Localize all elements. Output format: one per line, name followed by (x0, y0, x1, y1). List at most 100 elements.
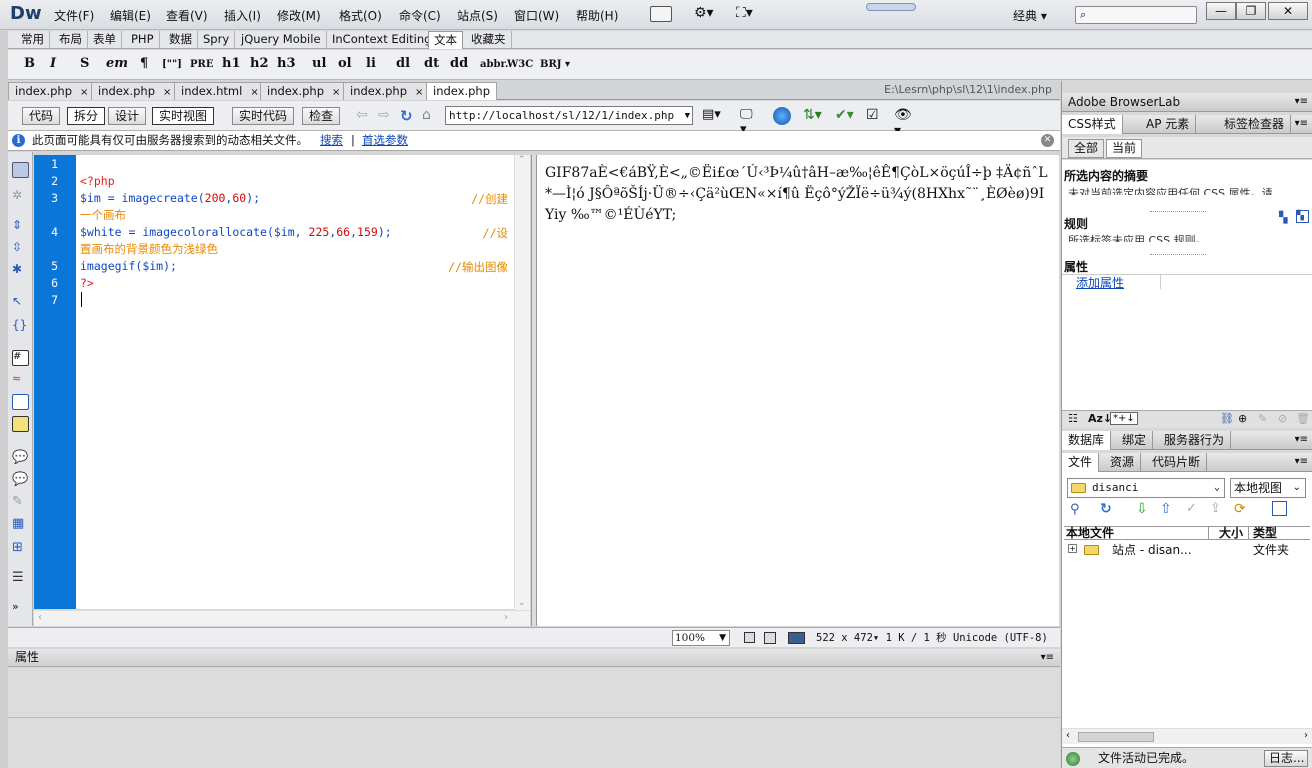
insert-tab[interactable]: 数据 (164, 31, 198, 49)
expand-icon[interactable]: + (1068, 544, 1077, 553)
help-search-input[interactable]: ⌕ (1075, 6, 1197, 24)
view-select[interactable]: 本地视图 ⌄ (1230, 478, 1306, 498)
menu-item[interactable]: 编辑(E) (110, 7, 151, 24)
indent-code-icon[interactable]: ☰ (12, 570, 29, 586)
format-button[interactable]: I (50, 56, 56, 74)
recent-snippets-icon[interactable]: ▦ (12, 516, 29, 532)
menu-item[interactable]: 命令(C) (399, 7, 441, 24)
format-button[interactable]: em (106, 56, 128, 74)
live-view-address-input[interactable]: http://localhost/sl/12/1/index.php ▼ (445, 106, 693, 125)
close-tab-icon[interactable]: × (415, 87, 423, 98)
code-editor[interactable]: <?php $im = imagecreate(200,60);//创建 一个画布 $… (76, 155, 514, 609)
check-in-icon[interactable]: ⇪ (1210, 501, 1221, 516)
site-structure-icon[interactable]: ⛶▾ (736, 5, 753, 21)
insert-tab[interactable]: jQuery Mobile (236, 31, 327, 49)
css-mode-tab[interactable]: 全部 (1068, 139, 1105, 158)
format-button[interactable]: [""] (162, 59, 182, 77)
view-button[interactable]: 实时代码 (232, 107, 295, 125)
format-button[interactable]: li (366, 56, 376, 74)
insert-tab[interactable]: PHP (126, 31, 160, 49)
expand-panel-icon[interactable] (1272, 501, 1287, 516)
close-window-button[interactable]: ✕ (1268, 2, 1308, 20)
format-button[interactable]: h2 (250, 56, 269, 74)
insert-tab[interactable]: 表单 (88, 31, 122, 49)
expand-all-icon[interactable]: ✱ (12, 262, 29, 278)
database-panel-tab[interactable]: 服务器行为 (1158, 431, 1232, 450)
format-button[interactable]: W3C (507, 59, 533, 77)
highlight-invalid-icon[interactable]: ≈ (12, 372, 29, 388)
disable-property-icon[interactable]: ⊘ (1278, 412, 1287, 425)
database-panel-tab[interactable]: 数据库 (1062, 431, 1112, 450)
menu-item[interactable]: 窗口(W) (514, 7, 559, 24)
file-transfer-icon[interactable]: ⇅▾ (803, 107, 822, 125)
document-tab[interactable]: index.php × (343, 82, 431, 100)
line-numbers-icon[interactable]: # (12, 350, 29, 366)
menu-item[interactable]: 插入(I) (224, 7, 261, 24)
document-tab[interactable]: index.php × (91, 82, 179, 100)
css-panel-tab[interactable]: CSS样式 (1062, 115, 1123, 134)
edit-rule-icon[interactable]: ✎ (1258, 412, 1267, 425)
window-size-desktop-icon[interactable] (788, 632, 805, 644)
properties-panel-header[interactable]: 属性 ▾≡ (8, 649, 1060, 667)
css-panel-tab[interactable]: 标签检查器 (1218, 115, 1292, 134)
select-parent-tag-icon[interactable]: ↖ (12, 294, 29, 310)
home-icon[interactable]: ⌂ (422, 107, 440, 125)
code-horizontal-scrollbar[interactable]: ‹ › (34, 610, 530, 626)
menu-item[interactable]: 站点(S) (457, 7, 498, 24)
insert-tab[interactable]: 文本 (428, 31, 463, 49)
insert-tab[interactable]: Spry (198, 31, 236, 49)
panel-menu-icon[interactable]: ▾≡ (1295, 431, 1308, 449)
document-tab[interactable]: index.php (426, 82, 498, 100)
validation-icon[interactable]: ✔▾ (835, 107, 854, 125)
code-vertical-scrollbar[interactable]: ⌃ ⌄ (514, 155, 530, 610)
insert-tab[interactable]: 常用 (16, 31, 50, 49)
collapse-full-tag-icon[interactable]: ⇕ (12, 218, 29, 234)
file-tree-row[interactable]: + 站点 - disan... 文件夹 (1064, 543, 1310, 558)
show-set-properties-icon[interactable]: *+↓ (1110, 412, 1138, 425)
format-button[interactable]: S (80, 56, 89, 74)
window-size-small-icon[interactable] (744, 632, 755, 643)
connect-icon[interactable]: ⚲ (1070, 502, 1080, 517)
visual-aids-icon[interactable]: 👁▾ (894, 107, 912, 139)
cascade-view-icon[interactable]: ▚ (1279, 211, 1287, 224)
syntax-coloring-icon[interactable] (12, 416, 29, 432)
format-button[interactable]: dt (424, 56, 439, 74)
move-css-icon[interactable]: ⊞ (12, 540, 29, 556)
panel-menu-icon[interactable]: ▾≡ (1295, 115, 1308, 133)
format-button[interactable]: PRE (190, 59, 213, 77)
refresh-icon[interactable]: ↻ (400, 107, 418, 125)
format-button[interactable]: dl (396, 56, 410, 74)
menu-item[interactable]: 帮助(H) (576, 7, 618, 24)
minimize-button[interactable]: — (1206, 2, 1236, 20)
database-panel-tab[interactable]: 绑定 (1116, 431, 1154, 450)
view-button[interactable]: 代码 (22, 107, 61, 125)
zoom-select[interactable]: 100% ▼ (672, 630, 730, 646)
close-info-icon[interactable]: ✕ (1041, 134, 1054, 147)
view-button[interactable]: 拆分 (67, 107, 106, 125)
insert-tab[interactable]: 收藏夹 (466, 31, 512, 49)
attach-stylesheet-icon[interactable]: ⛓ (1220, 412, 1234, 425)
files-panel-tab[interactable]: 文件 (1062, 453, 1100, 472)
browserlab-panel-header[interactable]: Adobe BrowserLab ▾≡ (1062, 93, 1312, 112)
document-size-info[interactable]: 522 x 472▾ 1 K / 1 秒 Unicode (UTF-8) (816, 629, 1048, 648)
section-grip[interactable] (1150, 211, 1206, 213)
forward-arrow-icon[interactable]: ⇨ (378, 107, 396, 125)
document-tab[interactable]: index.php × (8, 82, 96, 100)
new-css-rule-icon[interactable]: ⊕ (1238, 412, 1247, 425)
menu-item[interactable]: 文件(F) (54, 7, 94, 24)
site-select[interactable]: disanci ⌄ (1067, 478, 1225, 498)
preview-browser-icon[interactable] (773, 107, 791, 125)
remove-comment-icon[interactable]: 💬 (12, 472, 29, 488)
open-documents-icon[interactable] (12, 162, 29, 178)
format-button[interactable]: ol (338, 56, 352, 74)
refresh-files-icon[interactable]: ↻ (1100, 501, 1112, 517)
format-button[interactable]: BRJ ▾ (540, 59, 570, 77)
view-options-icon[interactable]: ▤▾ (702, 107, 721, 125)
check-out-icon[interactable]: ✓ (1186, 501, 1197, 516)
view-button[interactable]: 实时视图 (152, 107, 215, 125)
menu-item[interactable]: 格式(O) (339, 7, 382, 24)
layout-icon[interactable] (650, 6, 672, 22)
info-search-link[interactable]: 搜索 (320, 131, 343, 150)
about-view-icon[interactable]: ▚ (1296, 210, 1309, 223)
log-button[interactable]: 日志... (1264, 750, 1308, 767)
